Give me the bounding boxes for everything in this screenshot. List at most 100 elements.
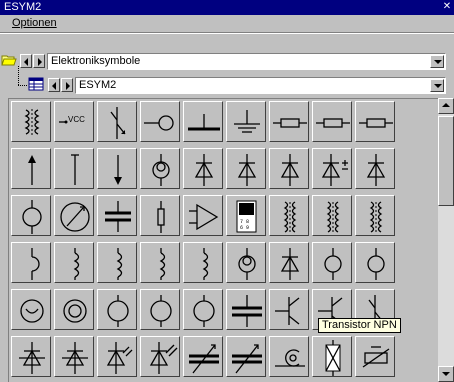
symbol-cell-lamp-variant[interactable] — [183, 289, 223, 330]
close-icon[interactable]: ✕ — [442, 2, 452, 12]
symbol-cell-inductor[interactable] — [54, 242, 94, 283]
symbol-cell-transformer[interactable] — [312, 195, 352, 236]
scroll-thumb[interactable] — [438, 116, 454, 206]
coax-plug-icon — [275, 349, 305, 367]
symbol-cell-diode[interactable] — [269, 148, 309, 189]
current-source-icon — [152, 154, 170, 186]
file-next-button[interactable] — [61, 78, 73, 92]
symbol-cell-meter[interactable] — [54, 195, 94, 236]
symbol-cell-lamp-variant[interactable] — [97, 289, 137, 330]
voltmeter-icon — [20, 299, 44, 323]
symbol-cell-fuse[interactable] — [140, 195, 180, 236]
library-select[interactable]: Elektroniksymbole — [47, 53, 446, 70]
symbol-cell-current-source[interactable] — [140, 148, 180, 189]
folder-open-icon — [1, 55, 17, 66]
symbol-cell-diode[interactable] — [355, 148, 395, 189]
symbol-cell-transformer[interactable] — [355, 195, 395, 236]
symbol-cell-ammeter[interactable] — [54, 289, 94, 330]
symbol-cell-resistor[interactable] — [312, 101, 352, 142]
symbol-cell-amplifier[interactable] — [183, 195, 223, 236]
symbol-cell-led[interactable] — [140, 336, 180, 377]
vertical-scrollbar[interactable] — [438, 98, 454, 382]
symbol-cell-signal-source[interactable] — [140, 101, 180, 142]
symbol-cell-inductor[interactable] — [183, 242, 223, 283]
symbol-cell-coil-half[interactable] — [11, 242, 51, 283]
symbol-cell-inductor[interactable] — [97, 242, 137, 283]
symbol-cell-variable-capacitor[interactable] — [226, 336, 266, 377]
symbol-cell-zener-diode[interactable] — [312, 148, 352, 189]
symbol-grid-frame: VCC 7 86 9 — [8, 98, 454, 382]
scroll-down-button[interactable] — [438, 366, 454, 382]
ic-chip-icon: 7 86 9 — [236, 200, 257, 233]
symbol-cell-earth-ground[interactable] — [226, 101, 266, 142]
coil-half-icon — [31, 248, 40, 280]
symbol-cell-capacitor-large[interactable] — [226, 289, 266, 330]
symbol-cell-diode[interactable] — [183, 148, 223, 189]
wire-vertical-icon — [71, 154, 79, 185]
inductor-icon — [116, 248, 123, 280]
symbol-cell-arrow-down[interactable] — [97, 148, 137, 189]
file-select-value: ESYM2 — [79, 79, 117, 91]
symbol-cell-voltmeter[interactable] — [11, 289, 51, 330]
tree-line — [18, 85, 27, 86]
ammeter-icon — [63, 299, 87, 323]
earth-ground-icon — [234, 110, 260, 133]
symbol-cell-transistor[interactable] — [97, 101, 137, 142]
resistor-icon — [359, 118, 393, 128]
chevron-down-icon[interactable] — [430, 79, 444, 92]
symbol-cell-transformer[interactable] — [269, 195, 309, 236]
symbol-cell-transistor-npn[interactable] — [269, 289, 309, 330]
variable-capacitor-icon — [189, 344, 219, 374]
symbol-cell-thyristor[interactable] — [54, 336, 94, 377]
transformer-icon — [326, 201, 340, 233]
symbol-cell-inductor[interactable] — [140, 242, 180, 283]
symbol-cell-crystal[interactable] — [312, 336, 352, 377]
menu-optionen-label: Optionen — [12, 17, 57, 29]
menu-optionen[interactable]: Optionen — [12, 17, 57, 29]
symbol-cell-resistor[interactable] — [355, 101, 395, 142]
library-next-button[interactable] — [33, 54, 45, 68]
arrow-up-icon — [28, 155, 36, 185]
diode-icon — [280, 154, 300, 186]
capacitor-icon — [105, 201, 131, 232]
symbol-cell-lamp[interactable] — [11, 195, 51, 236]
diode-icon — [194, 154, 214, 186]
symbol-cell-ic-chip[interactable]: 7 86 9 — [226, 195, 266, 236]
symbol-cell-resistor[interactable] — [269, 101, 309, 142]
inductor-icon — [73, 248, 80, 280]
symbol-cell-current-source[interactable] — [226, 242, 266, 283]
symbol-cell-variable-capacitor[interactable] — [183, 336, 223, 377]
transformer-icon — [369, 201, 383, 233]
symbol-cell-thermistor[interactable] — [355, 336, 395, 377]
symbol-cell-lamp-small[interactable] — [355, 242, 395, 283]
lamp-small-icon — [367, 248, 385, 280]
transistor-icon — [110, 107, 126, 139]
symbol-cell-lamp-small[interactable] — [312, 242, 352, 283]
lamp-variant-icon — [107, 295, 129, 327]
vcc-label: VCC — [68, 115, 85, 124]
symbol-cell-capacitor[interactable] — [97, 195, 137, 236]
chevron-down-icon[interactable] — [430, 55, 444, 68]
symbol-cell-coax-plug[interactable] — [269, 336, 309, 377]
symbol-cell-diode[interactable] — [269, 242, 309, 283]
symbol-cell-ground-bar[interactable] — [183, 101, 223, 142]
amplifier-icon — [189, 203, 219, 231]
file-prev-button[interactable] — [48, 78, 60, 92]
symbol-cell-vcc-supply[interactable]: VCC — [54, 101, 94, 142]
svg-text:6 9: 6 9 — [240, 225, 249, 231]
scroll-up-button[interactable] — [438, 98, 454, 114]
variable-capacitor-icon — [232, 344, 262, 374]
symbol-table-icon — [28, 77, 44, 91]
symbol-cell-lamp-variant[interactable] — [140, 289, 180, 330]
diode-icon — [280, 248, 300, 280]
symbol-cell-photodiode[interactable] — [97, 336, 137, 377]
symbol-cell-diode[interactable] — [226, 148, 266, 189]
photodiode-icon — [106, 342, 133, 374]
menu-divider — [0, 32, 454, 34]
symbol-cell-thyristor[interactable] — [11, 336, 51, 377]
symbol-cell-wire-vertical[interactable] — [54, 148, 94, 189]
symbol-cell-inductor-core[interactable] — [11, 101, 51, 142]
file-select[interactable]: ESYM2 — [75, 77, 446, 94]
symbol-cell-arrow-up[interactable] — [11, 148, 51, 189]
library-prev-button[interactable] — [20, 54, 32, 68]
